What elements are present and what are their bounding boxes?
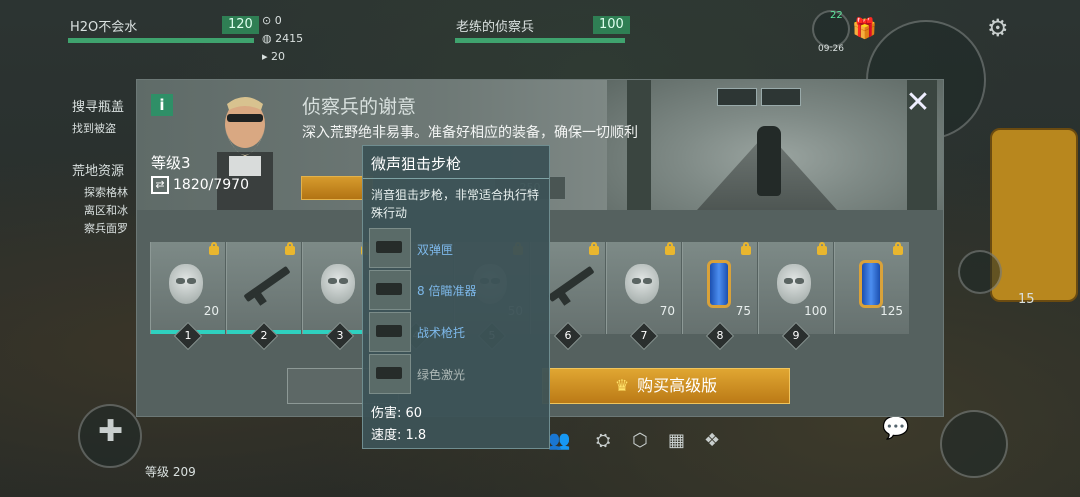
player-hp-bar [68,38,254,43]
tooltip-damage: 伤害: 60 [371,406,423,421]
reward-slot[interactable]: 125 [834,242,909,334]
heal-button[interactable]: ✚ [78,404,142,468]
plus-icon: ✚ [98,414,124,449]
settings-gear-icon[interactable]: ⚙ [987,14,1009,42]
quest-line-4: 探索格林 [84,186,128,199]
enemy-hp-value: 100 [593,16,630,34]
clock: 09:26 [818,44,844,54]
milestone-number: 7 [640,329,648,342]
part-stock-icon [369,312,411,352]
sneak-button[interactable] [940,410,1008,478]
part-scope-icon [369,270,411,310]
notification-count: 22 [830,10,843,21]
milestone-number: 2 [260,329,268,342]
lock-icon [665,242,675,255]
gift-icon[interactable]: 🎁 [852,16,877,40]
quest-line-6: 察兵面罗 [84,222,128,235]
quest-line-5: 离区和冰 [84,204,128,217]
crafting-icon[interactable]: ⛭ [596,430,610,451]
clan-icon[interactable]: ❖ [704,430,720,451]
lock-icon [285,242,295,255]
stat-speed: ▸ 20 [262,50,286,63]
tooltip-description: 消音狙击步枪，非常适合执行特殊行动 [371,188,540,220]
lock-icon [817,242,827,255]
capsule-reward-icon [849,260,893,308]
enemy-name: 老练的侦察兵 [456,20,535,35]
enemy-hp-bar [455,38,625,43]
reward-slot[interactable] [226,242,301,334]
part-label-3: 战术枪托 [417,326,466,340]
reward-slot[interactable]: 70 [606,242,681,334]
quest-line-2: 找到被盗 [72,122,116,135]
tooltip-speed: 速度: 1.8 [371,428,427,443]
chat-icon[interactable]: 💬 [882,416,909,441]
lock-icon [209,242,219,255]
buy-premium-label: 购买高级版 [637,376,718,395]
milestone-number: 1 [184,329,192,342]
reward-quantity: 75 [735,304,751,318]
lock-icon [589,242,599,255]
lock-icon [741,242,751,255]
lock-icon [893,242,903,255]
milestone-number: 3 [336,329,344,342]
mask-reward-icon [621,260,665,308]
stat-ammo-icon: ⊙ [262,14,275,27]
shield-icon[interactable]: ⬡ [632,430,648,451]
player-name: H2O不会水 [70,20,138,35]
part-label-2: 8 倍瞄准器 [417,284,477,298]
quest-line-3: 荒地资源 [72,164,125,179]
rifle-reward-icon [545,260,595,308]
dialog-description: 深入荒野绝非易事。准备好相应的装备，确保一切顺利 [302,125,638,141]
reward-slot[interactable]: 100 [758,242,833,334]
reward-quantity: 125 [880,304,903,318]
reward-slot[interactable]: 20 [150,242,225,334]
part-label-1: 双弹匣 [417,243,454,257]
backpack-icon[interactable] [958,250,1002,294]
reward-quantity: 70 [659,304,675,318]
crown-icon: ♛ [614,376,630,395]
capsule-reward-icon [697,260,741,308]
part-laser-icon [369,354,411,394]
buy-premium-button[interactable]: ♛ 购买高级版 [542,368,790,404]
dialog-title: 侦察兵的谢意 [302,96,417,118]
reward-quantity: 20 [203,304,219,318]
rifle-reward-icon [241,260,291,308]
xp-value: 1820/7970 [173,177,249,193]
reward-quantity: 100 [804,304,827,318]
milestone-number: 6 [564,329,572,342]
tooltip-title: 微声狙击步枪 [371,155,462,173]
reward-slot[interactable]: 75 [682,242,757,334]
xp-progress: ⇄ 1820/7970 [151,176,249,194]
mask-reward-icon [165,260,209,308]
part-label-4: 绿色激光 [417,368,466,382]
pass-level: 等级3 [151,154,191,172]
stat-resource: ◍ 2415 [262,32,304,45]
milestone-number: 9 [792,329,800,342]
tooltip-divider [363,178,549,179]
biker-figure [757,126,781,196]
mask-reward-icon [773,260,817,308]
stat-ammo: ⊙ 0 [262,14,282,27]
stat-speed-icon: ▸ [262,50,272,63]
vehicle-icon[interactable] [990,128,1078,302]
quest-line-1: 搜寻瓶盖 [72,100,125,115]
part-double-mag-icon [369,228,411,268]
item-tooltip: 微声狙击步枪 消音狙击步枪，非常适合执行特殊行动 双弹匣 8 倍瞄准器 战术枪托… [362,145,550,449]
calendar-icon[interactable]: ▦ [668,430,685,451]
side-count: 15 [1018,292,1035,307]
stat-resource-icon: ◍ [262,32,276,45]
close-icon[interactable]: ✕ [905,88,931,118]
group-icon[interactable]: 👥 [548,430,570,451]
xp-icon: ⇄ [151,176,169,194]
info-button[interactable]: i [151,94,173,116]
player-level-bottom: 等级 209 [145,465,196,479]
player-hp-value: 120 [222,16,259,34]
milestone-number: 8 [716,329,724,342]
mask-reward-icon [317,260,361,308]
